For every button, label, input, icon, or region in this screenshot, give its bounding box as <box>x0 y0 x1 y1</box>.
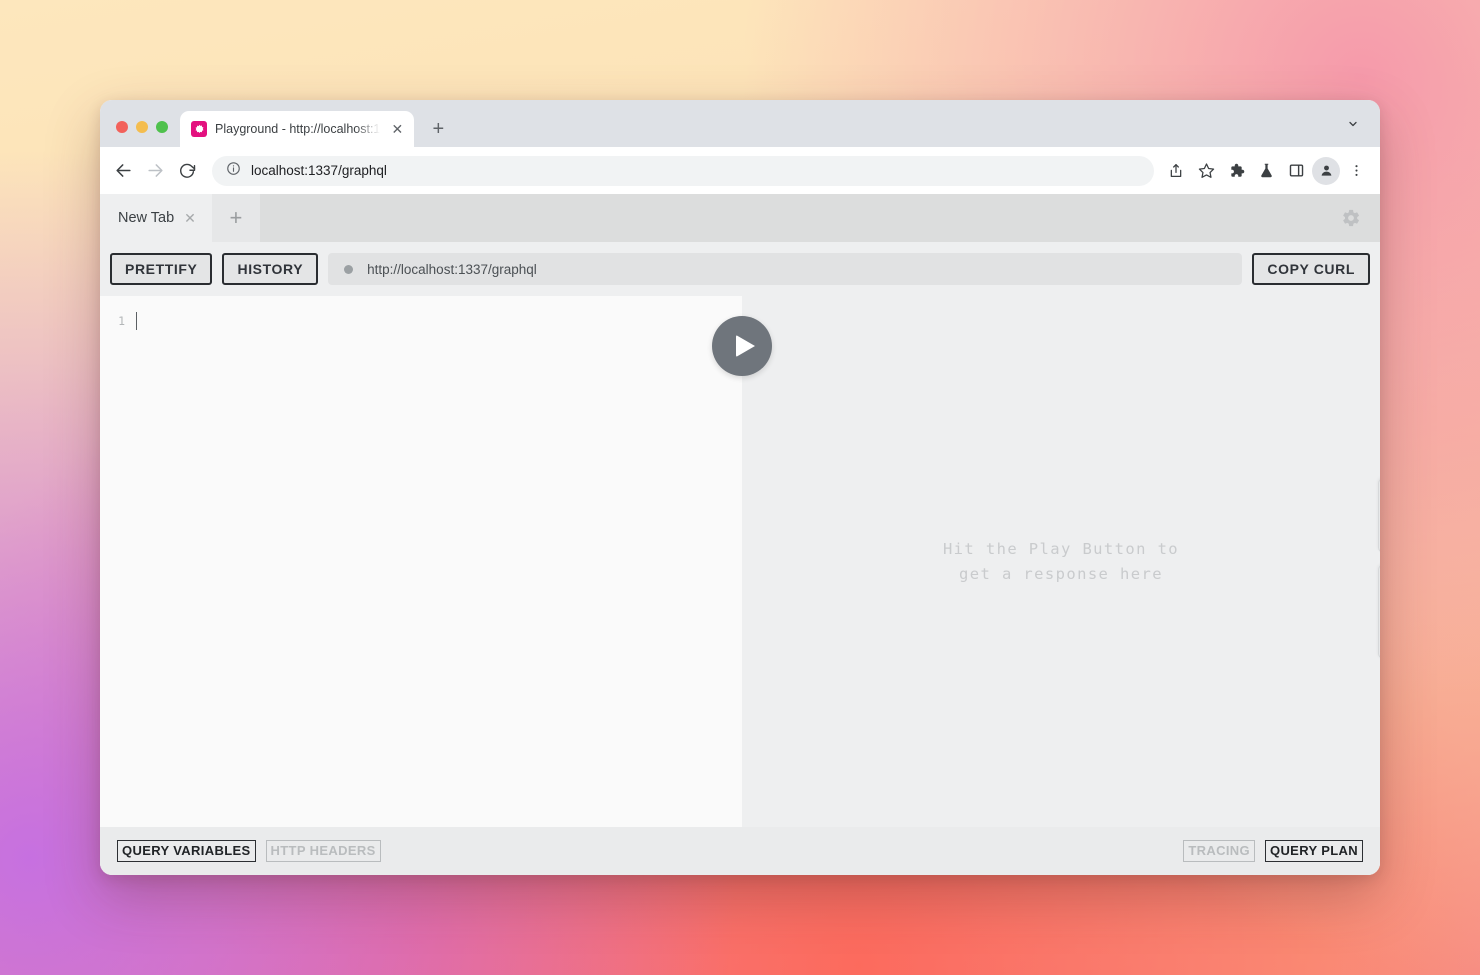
query-variables-button[interactable]: QUERY VARIABLES <box>117 839 256 863</box>
playground-tab-row: New Tab ✕ + <box>100 194 1380 242</box>
extensions-puzzle-icon[interactable] <box>1222 157 1250 185</box>
side-tab-docs[interactable]: DOCS <box>1378 478 1380 553</box>
add-playground-tab-button[interactable]: + <box>211 194 260 242</box>
bottom-bar-right-group: TRACING QUERY PLAN <box>1183 839 1363 863</box>
query-editor[interactable]: 1 <box>100 296 742 827</box>
graphql-playground: New Tab ✕ + PRETTIFY HISTORY http://loca… <box>100 194 1380 875</box>
line-number: 1 <box>118 314 125 328</box>
playground-bottom-bar: QUERY VARIABLES HTTP HEADERS TRACING QUE… <box>100 827 1380 875</box>
response-panel: Hit the Play Button to get a response he… <box>742 296 1380 827</box>
bookmark-star-icon[interactable] <box>1192 157 1220 185</box>
more-vertical-menu-icon[interactable] <box>1342 157 1370 185</box>
playground-tab-label: New Tab <box>118 210 175 226</box>
bottom-bar-left-group: QUERY VARIABLES HTTP HEADERS <box>117 839 381 863</box>
browser-toolbar-icons <box>1162 156 1370 185</box>
window-traffic-lights <box>112 121 180 147</box>
tracing-button[interactable]: TRACING <box>1183 839 1255 863</box>
experiments-beaker-icon[interactable] <box>1252 157 1280 185</box>
endpoint-url-field[interactable]: http://localhost:1337/graphql <box>328 253 1243 285</box>
playground-main-area: 1 Hit the Play Button to get a response … <box>100 296 1380 827</box>
desktop-background: Playground - http://localhost:1 ✕ + loca… <box>0 0 1480 975</box>
query-plan-button[interactable]: QUERY PLAN <box>1264 839 1363 863</box>
address-bar[interactable]: localhost:1337/graphql <box>212 155 1154 186</box>
response-placeholder-text: Hit the Play Button to get a response he… <box>942 539 1180 583</box>
playground-tab-new-tab[interactable]: New Tab ✕ <box>100 194 212 242</box>
side-panel-icon[interactable] <box>1282 157 1310 185</box>
browser-tab[interactable]: Playground - http://localhost:1 ✕ <box>180 111 415 147</box>
share-icon[interactable] <box>1162 157 1190 185</box>
new-browser-tab-button[interactable]: + <box>424 115 452 143</box>
text-cursor <box>136 312 137 330</box>
playground-toolbar: PRETTIFY HISTORY http://localhost:1337/g… <box>100 242 1380 296</box>
graphql-gear-icon <box>191 121 207 137</box>
play-button[interactable] <box>712 316 772 376</box>
close-window-button[interactable] <box>116 121 128 133</box>
close-icon[interactable]: ✕ <box>184 211 196 225</box>
browser-navigation-bar: localhost:1337/graphql <box>100 147 1380 194</box>
endpoint-url-text: http://localhost:1337/graphql <box>367 261 537 277</box>
browser-window: Playground - http://localhost:1 ✕ + loca… <box>100 100 1380 875</box>
chevron-down-icon[interactable] <box>1340 111 1366 137</box>
play-triangle-icon <box>735 335 755 357</box>
side-tab-schema[interactable]: SCHEMA <box>1378 565 1380 660</box>
history-button[interactable]: HISTORY <box>222 253 319 285</box>
prettify-button[interactable]: PRETTIFY <box>110 253 213 285</box>
reload-icon[interactable] <box>172 156 202 186</box>
address-bar-url: localhost:1337/graphql <box>251 163 387 178</box>
maximize-window-button[interactable] <box>156 121 168 133</box>
close-icon[interactable]: ✕ <box>388 120 406 138</box>
browser-tab-strip: Playground - http://localhost:1 ✕ + <box>100 100 1380 147</box>
minimize-window-button[interactable] <box>136 121 148 133</box>
http-headers-button[interactable]: HTTP HEADERS <box>265 839 381 863</box>
arrow-back-icon[interactable] <box>108 156 138 186</box>
info-circle-icon[interactable] <box>226 161 241 181</box>
arrow-forward-icon[interactable] <box>140 156 170 186</box>
copy-curl-button[interactable]: COPY CURL <box>1252 253 1370 285</box>
editor-line: 1 <box>100 310 742 332</box>
browser-tab-title: Playground - http://localhost:1 <box>215 122 381 136</box>
playground-side-tabs: DOCS SCHEMA <box>1378 478 1380 660</box>
profile-avatar-icon[interactable] <box>1312 156 1340 185</box>
gear-icon[interactable] <box>1340 207 1362 229</box>
status-dot-icon <box>344 264 354 274</box>
